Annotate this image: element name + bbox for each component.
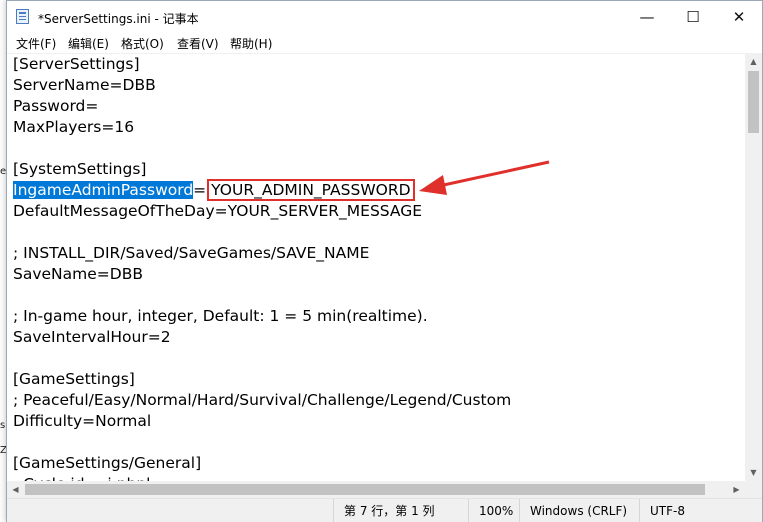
notepad-window: *ServerSettings.ini - 记事本 — ☐ ✕ 文件(F) 编辑… [6, 0, 763, 522]
scroll-right-icon[interactable]: ▶ [728, 481, 745, 498]
menu-format[interactable]: 格式(O) [121, 35, 164, 52]
minimize-button[interactable]: — [624, 1, 670, 33]
close-icon: ✕ [732, 8, 746, 26]
notepad-app-icon[interactable] [16, 9, 29, 24]
arrow-shaft [438, 160, 550, 188]
maximize-button[interactable]: ☐ [670, 1, 716, 33]
close-button[interactable]: ✕ [716, 1, 762, 33]
vertical-scroll-thumb[interactable] [748, 71, 759, 133]
menu-file[interactable]: 文件(F) [16, 35, 56, 52]
horizontal-scrollbar[interactable]: ◀ ▶ [7, 481, 745, 498]
title-bar[interactable]: *ServerSettings.ini - 记事本 — ☐ ✕ [7, 1, 762, 33]
text-editor[interactable]: [ServerSettings] ServerName=DBB Password… [7, 53, 745, 482]
scroll-left-icon[interactable]: ◀ [7, 481, 24, 498]
horizontal-scroll-thumb[interactable] [25, 484, 705, 495]
menu-edit[interactable]: 编辑(E) [68, 35, 109, 52]
menu-bar: 文件(F) 编辑(E) 格式(O) 查看(V) 帮助(H) [7, 33, 762, 53]
scrollbar-corner [745, 481, 762, 498]
window-title: *ServerSettings.ini - 记事本 [38, 12, 199, 26]
status-cursor-position: 第 7 行，第 1 列 [333, 499, 468, 522]
maximize-icon: ☐ [686, 8, 700, 26]
scroll-up-icon[interactable]: ▲ [745, 53, 762, 70]
vertical-scrollbar[interactable]: ▲ ▼ [745, 53, 762, 481]
status-bar: 第 7 行，第 1 列 100% Windows (CRLF) UTF-8 [7, 498, 762, 522]
status-encoding: UTF-8 [639, 499, 762, 522]
minimize-icon: — [639, 8, 655, 26]
scroll-down-icon[interactable]: ▼ [745, 464, 762, 481]
status-zoom: 100% [468, 499, 519, 522]
status-line-ending: Windows (CRLF) [519, 499, 639, 522]
arrow-head-icon [419, 175, 447, 195]
menu-help[interactable]: 帮助(H) [230, 35, 272, 52]
menu-view[interactable]: 查看(V) [177, 35, 219, 52]
annotation-arrow [419, 160, 550, 195]
